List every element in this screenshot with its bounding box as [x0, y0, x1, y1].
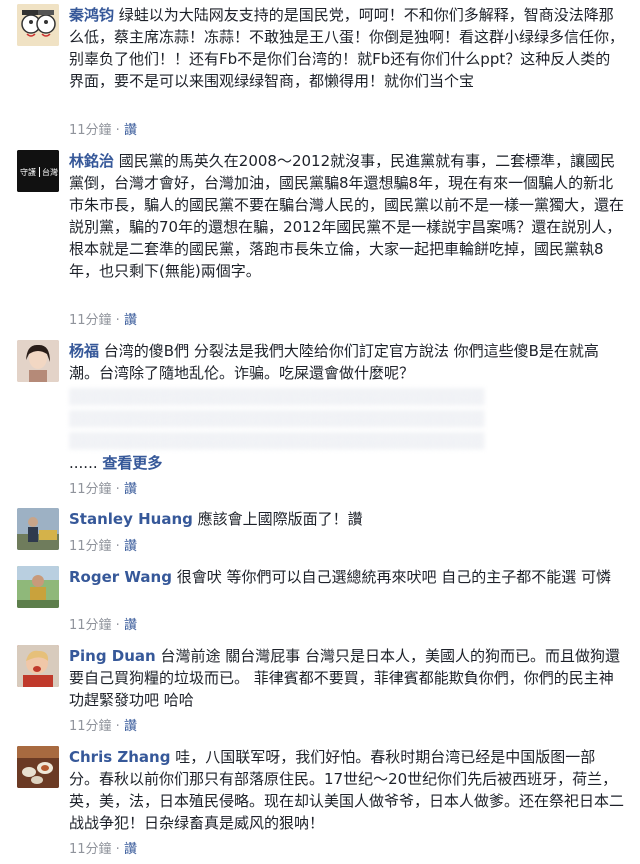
see-more-link[interactable]: 查看更多 — [102, 454, 162, 472]
svg-text:台灣: 台灣 — [42, 167, 58, 177]
comment-text: Chris Zhang 哇，八国联军呀，我们好怕。春秋时期台湾已经是中国版图一部… — [69, 746, 624, 834]
comment-meta: 11分鐘 · 讚 — [69, 618, 137, 633]
comment-meta: 11分鐘 · 讚 — [69, 313, 137, 328]
comment-body: 台湾的傻B們 分裂法是我們大陸给你们訂定官方說法 你們這些傻B是在就高潮。台湾除… — [69, 342, 599, 382]
commenter-name[interactable]: Ping Duan — [69, 647, 156, 665]
commenter-name[interactable]: 杨福 — [69, 342, 99, 360]
photo-avatar-icon — [17, 340, 59, 382]
comment-body: 很會吠 等你們可以自己選總統再來吠吧 自己的主子都不能選 可憐 — [176, 568, 612, 586]
cartoon-avatar-icon — [17, 4, 59, 46]
comment-text: Roger Wang 很會吠 等你們可以自己選總統再來吠吧 自己的主子都不能選 … — [69, 566, 624, 588]
avatar[interactable] — [17, 508, 59, 550]
timestamp[interactable]: 11分鐘 — [69, 313, 112, 328]
comment-text: 林銘治 國民黨的馬英久在2008～2012就沒事，民進黨就有事，二套標準，讓國民… — [69, 150, 624, 282]
comment-text: Ping Duan 台灣前途 關台灣屁事 台灣只是日本人，美國人的狗而已。而且做… — [69, 645, 624, 711]
like-link[interactable]: 讚 — [124, 313, 137, 328]
comment-meta: 11分鐘 · 讚 — [69, 482, 137, 497]
comment-body: 绿蛙以为大陆网友支持的是国民党，呵呵！不和你们多解释，智商没法降那么低，蔡主席冻… — [69, 6, 625, 90]
commenter-name[interactable]: Stanley Huang — [69, 510, 193, 528]
comment-text: 杨福 台湾的傻B們 分裂法是我們大陸给你们訂定官方說法 你們這些傻B是在就高潮。… — [69, 340, 624, 384]
photo-avatar-icon — [17, 566, 59, 608]
commenter-name[interactable]: Chris Zhang — [69, 748, 170, 766]
comment-body: 應該會上國際版面了！讚 — [197, 510, 363, 528]
avatar[interactable] — [17, 566, 59, 608]
comment-body: 國民黨的馬英久在2008～2012就沒事，民進黨就有事，二套標準，讓國民黨倒，台… — [69, 152, 625, 280]
commenter-name[interactable]: Roger Wang — [69, 568, 172, 586]
timestamp[interactable]: 11分鐘 — [69, 618, 112, 633]
timestamp[interactable]: 11分鐘 — [69, 482, 112, 497]
commenter-name[interactable]: 秦鸿钧 — [69, 6, 114, 24]
photo-avatar-icon — [17, 746, 59, 788]
collapsed-text-preview: ▓▓▓▓▓▓▓▓▓▓▓▓▓▓▓▓▓▓▓▓▓▓▓▓▓▓▓▓▓▓▓▓▓▓▓▓ ▓▓▓… — [69, 388, 485, 450]
timestamp[interactable]: 11分鐘 — [69, 719, 112, 734]
logo-avatar-icon: 守護 台灣 — [17, 150, 59, 192]
avatar[interactable] — [17, 4, 59, 46]
like-link[interactable]: 讚 — [124, 482, 137, 497]
comment-meta: 11分鐘 · 讚 — [69, 539, 137, 554]
comment-meta: 11分鐘 · 讚 — [69, 842, 137, 857]
timestamp[interactable]: 11分鐘 — [69, 842, 112, 857]
photo-avatar-icon — [17, 645, 59, 687]
see-more: ...... 查看更多 — [69, 452, 162, 473]
comment-meta: 11分鐘 · 讚 — [69, 719, 137, 734]
like-link[interactable]: 讚 — [124, 719, 137, 734]
avatar[interactable] — [17, 340, 59, 382]
photo-avatar-icon — [17, 508, 59, 550]
like-link[interactable]: 讚 — [124, 842, 137, 857]
like-link[interactable]: 讚 — [124, 539, 137, 554]
ellipsis: ...... — [69, 454, 98, 472]
comment-text: 秦鸿钧 绿蛙以为大陆网友支持的是国民党，呵呵！不和你们多解释，智商没法降那么低，… — [69, 4, 624, 92]
timestamp[interactable]: 11分鐘 — [69, 123, 112, 138]
avatar[interactable]: 守護 台灣 — [17, 150, 59, 192]
avatar[interactable] — [17, 645, 59, 687]
like-link[interactable]: 讚 — [124, 618, 137, 633]
commenter-name[interactable]: 林銘治 — [69, 152, 114, 170]
svg-text:守護: 守護 — [20, 167, 36, 177]
timestamp[interactable]: 11分鐘 — [69, 539, 112, 554]
comment-text: Stanley Huang 應該會上國際版面了！讚 — [69, 508, 624, 530]
comment-meta: 11分鐘 · 讚 — [69, 123, 137, 138]
avatar[interactable] — [17, 746, 59, 788]
like-link[interactable]: 讚 — [124, 123, 137, 138]
